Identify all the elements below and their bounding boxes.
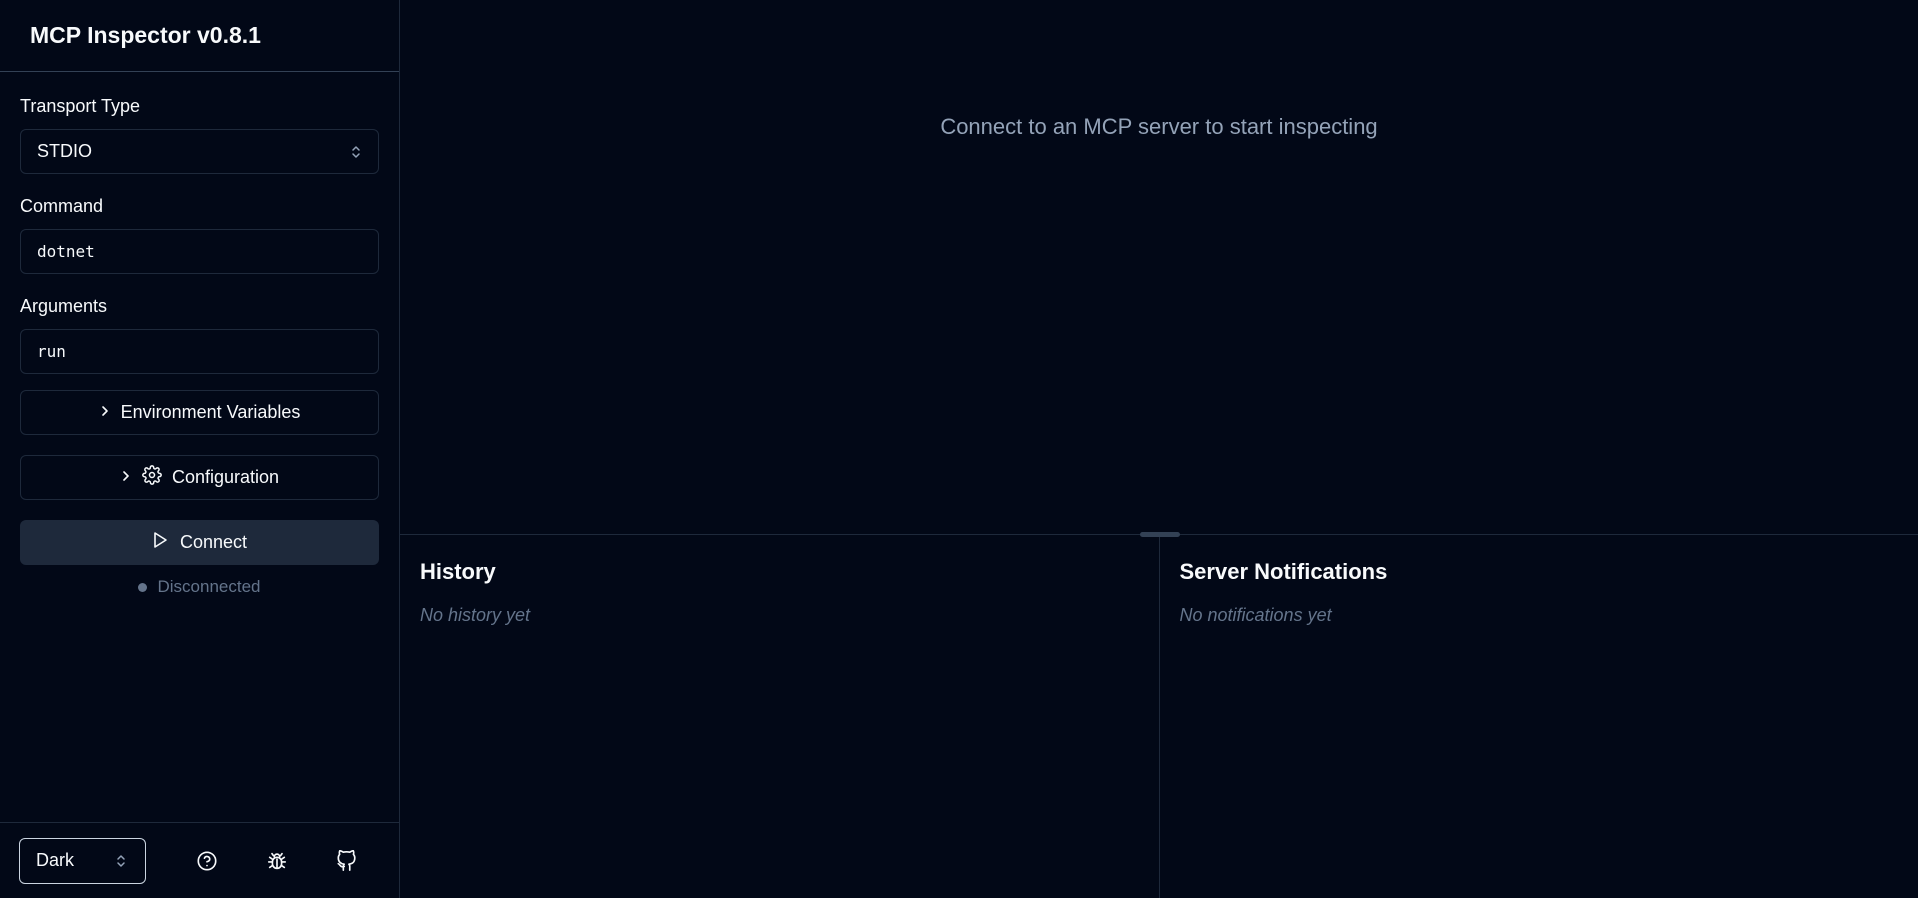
sidebar-header: MCP Inspector v0.8.1 [0, 0, 399, 72]
chevrons-up-down-icon [350, 145, 362, 159]
sidebar: MCP Inspector v0.8.1 Transport Type STDI… [0, 0, 400, 898]
theme-value: Dark [36, 850, 75, 870]
gear-icon [142, 465, 162, 490]
resize-handle[interactable] [1140, 532, 1180, 537]
sidebar-footer: Dark [0, 822, 399, 898]
connection-status-text: Disconnected [157, 577, 261, 596]
app-root: MCP Inspector v0.8.1 Transport Type STDI… [0, 0, 1918, 898]
chevron-right-icon [99, 402, 111, 423]
connect-placeholder: Connect to an MCP server to start inspec… [940, 114, 1378, 139]
arguments-input[interactable]: run [20, 329, 379, 374]
arguments-label: Arguments [20, 296, 108, 316]
notifications-title: Server Notifications [1179, 559, 1388, 584]
play-icon [152, 531, 168, 554]
configuration-label: Configuration [171, 467, 280, 487]
status-dot-icon [138, 582, 148, 592]
configuration-button[interactable]: Configuration [20, 455, 379, 500]
github-icon[interactable] [336, 849, 358, 872]
chevrons-up-down-icon [115, 854, 127, 868]
main-area: Connect to an MCP server to start inspec… [400, 0, 1918, 898]
connect-label: Connect [179, 532, 248, 552]
footer-icon-group [196, 849, 358, 872]
history-title: History [420, 559, 496, 584]
history-empty-text: No history yet [420, 605, 531, 625]
bug-icon[interactable] [266, 850, 288, 872]
chevron-right-icon [120, 467, 132, 488]
theme-select[interactable]: Dark [19, 837, 146, 884]
help-circle-icon[interactable] [196, 850, 218, 872]
arguments-group: Arguments run [20, 296, 379, 374]
transport-type-select[interactable]: STDIO [20, 129, 379, 174]
transport-type-group: Transport Type STDIO [20, 96, 379, 174]
sidebar-body: Transport Type STDIO Command dotnet Argu [0, 72, 399, 822]
command-group: Command dotnet [20, 196, 379, 274]
transport-type-value: STDIO [37, 141, 93, 161]
history-panel: History No history yet [400, 535, 1159, 898]
connect-button[interactable]: Connect [20, 520, 379, 565]
notifications-panel: Server Notifications No notifications ye… [1158, 535, 1918, 898]
environment-variables-button[interactable]: Environment Variables [20, 390, 379, 435]
command-input[interactable]: dotnet [20, 229, 379, 274]
notifications-empty-text: No notifications yet [1179, 605, 1332, 625]
pane-divider [400, 532, 1918, 537]
app-title: MCP Inspector v0.8.1 [30, 22, 261, 48]
transport-type-label: Transport Type [20, 96, 141, 116]
connection-status: Disconnected [20, 577, 379, 597]
command-label: Command [20, 196, 104, 216]
bottom-pane: History No history yet Server Notificati… [400, 535, 1918, 898]
inspector-pane: Connect to an MCP server to start inspec… [400, 0, 1918, 534]
environment-variables-label: Environment Variables [120, 402, 301, 422]
